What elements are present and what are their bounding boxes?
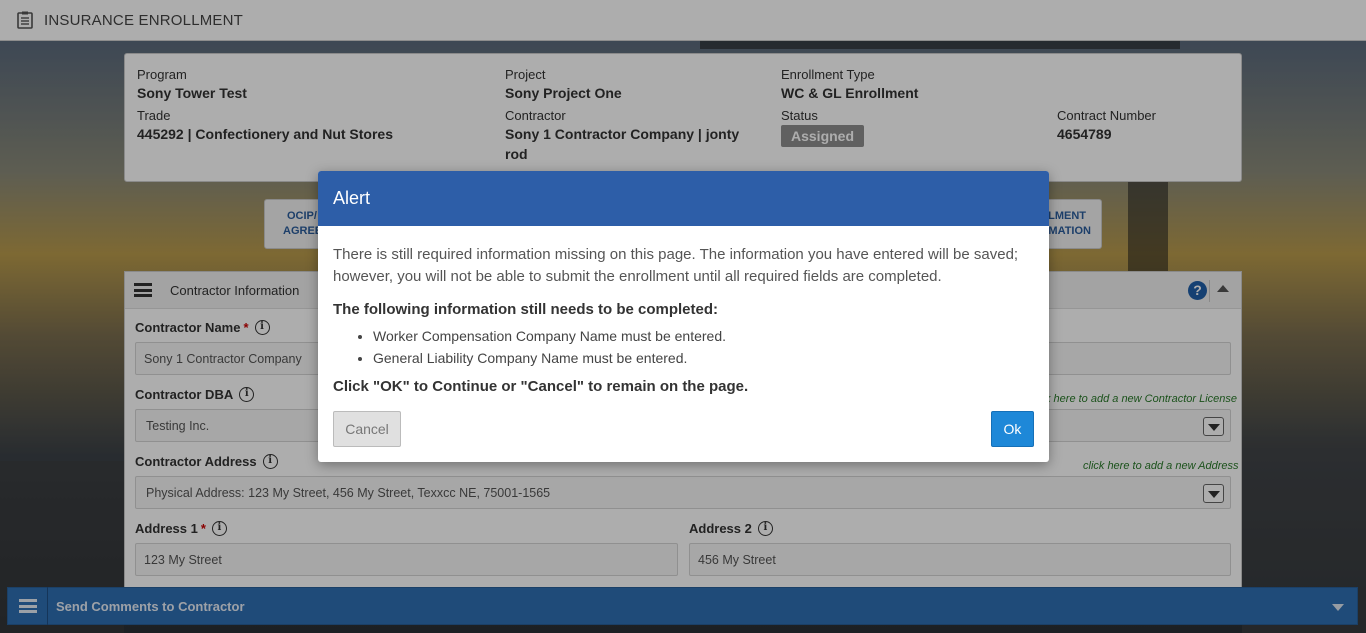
dialog-body: There is still required information miss… (318, 226, 1049, 395)
dialog-title: Alert (333, 188, 371, 208)
list-item: Worker Compensation Company Name must be… (373, 325, 1034, 347)
list-item: General Liability Company Name must be e… (373, 347, 1034, 369)
dialog-confirm-text: Click "OK" to Continue or "Cancel" to re… (333, 378, 749, 395)
dialog-subheading: The following information still needs to… (333, 301, 719, 318)
missing-items-list: Worker Compensation Company Name must be… (333, 325, 1034, 369)
ok-button[interactable]: Ok (991, 411, 1034, 447)
dialog-message: There is still required information miss… (333, 246, 1019, 285)
cancel-button[interactable]: Cancel (333, 411, 401, 447)
dialog-header: Alert (318, 171, 1049, 226)
alert-dialog: Alert There is still required informatio… (318, 171, 1049, 462)
